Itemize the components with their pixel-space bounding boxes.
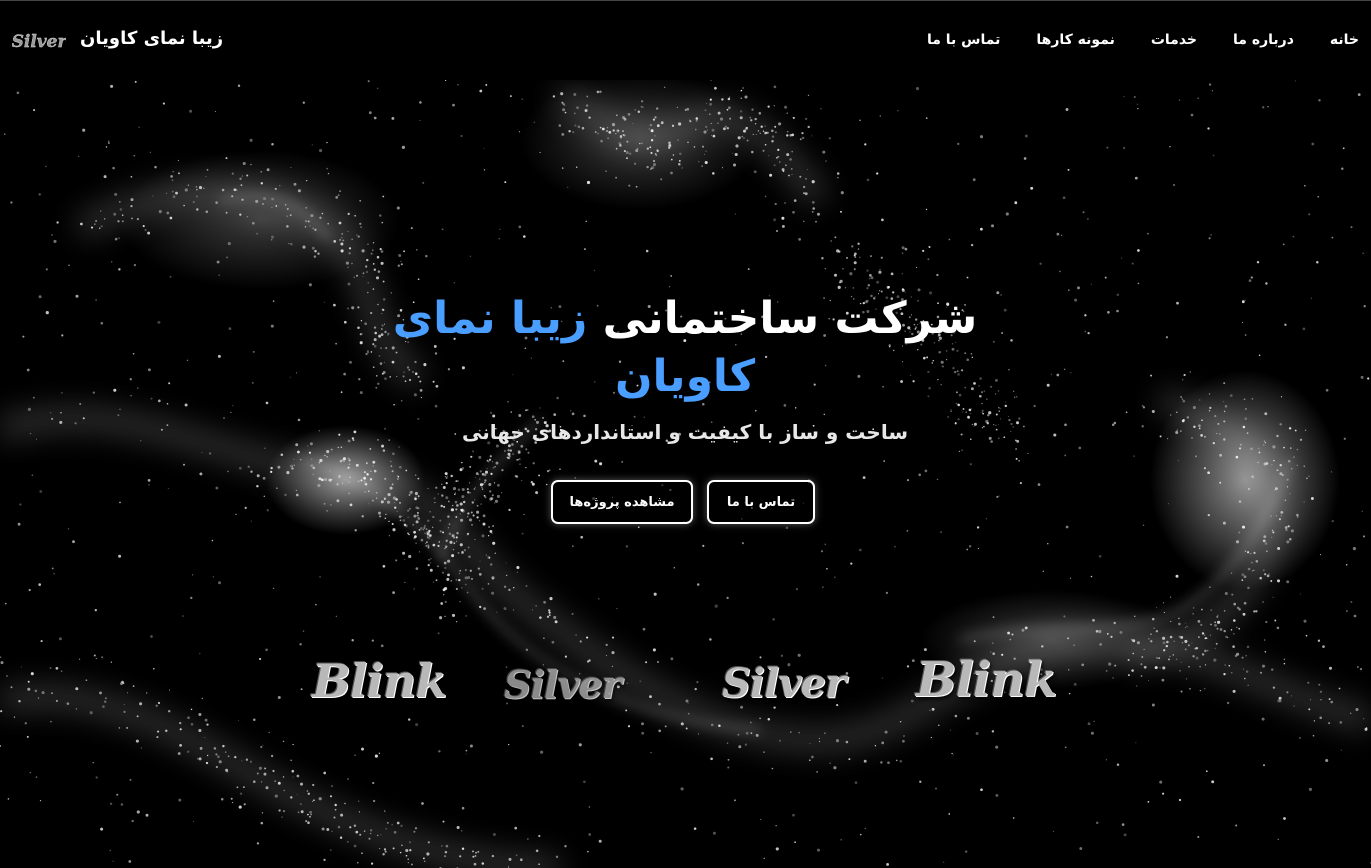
svg-text:Silver: Silver (12, 32, 66, 52)
brand-logo-blink: Blink (312, 654, 447, 708)
brand-name[interactable]: زیبا نمای کاویان (80, 28, 223, 49)
brand-logo-silver: Silver (722, 660, 846, 707)
nav-link-about[interactable]: درباره ما (1233, 32, 1294, 48)
brand-logo-silver: Silver (504, 662, 622, 707)
nav-menu: خانه درباره ما خدمات نمونه کارها تماس با… (891, 29, 1359, 48)
nav-link-services[interactable]: خدمات (1151, 32, 1197, 48)
nav-item-contact: تماس با ما (927, 29, 1000, 48)
contact-button[interactable]: تماس با ما (707, 480, 815, 524)
brand-logo-strip: Blink Silver Silver Blink (0, 650, 1371, 720)
nav-item-home: خانه (1330, 29, 1359, 48)
nav-link-home[interactable]: خانه (1330, 32, 1359, 48)
page: شرکت ساختمانی زیبا نمای کاویان ساخت و سا… (0, 0, 1371, 868)
hero-title-plain: شرکت ساختمانی (587, 293, 978, 344)
nav-item-about: درباره ما (1233, 29, 1294, 48)
hero-subtitle: ساخت و ساز با کیفیت و استانداردهای جهانی (461, 420, 909, 444)
nav-link-contact[interactable]: تماس با ما (927, 32, 1000, 48)
navbar: خانه درباره ما خدمات نمونه کارها تماس با… (0, 0, 1371, 80)
nav-link-portfolio[interactable]: نمونه کارها (1036, 32, 1114, 48)
nav-item-portfolio: نمونه کارها (1036, 29, 1114, 48)
brand-logo-blink: Blink (916, 652, 1057, 708)
nav-item-services: خدمات (1151, 29, 1197, 48)
view-projects-button[interactable]: مشاهده پروژه‌ها (551, 480, 693, 524)
hero-title: شرکت ساختمانی زیبا نمای کاویان (385, 290, 985, 406)
silver-logo-icon[interactable]: Silver (12, 25, 66, 55)
hero-section: شرکت ساختمانی زیبا نمای کاویان ساخت و سا… (0, 0, 1371, 868)
hero-actions: تماس با ما مشاهده پروژه‌ها (551, 480, 815, 524)
